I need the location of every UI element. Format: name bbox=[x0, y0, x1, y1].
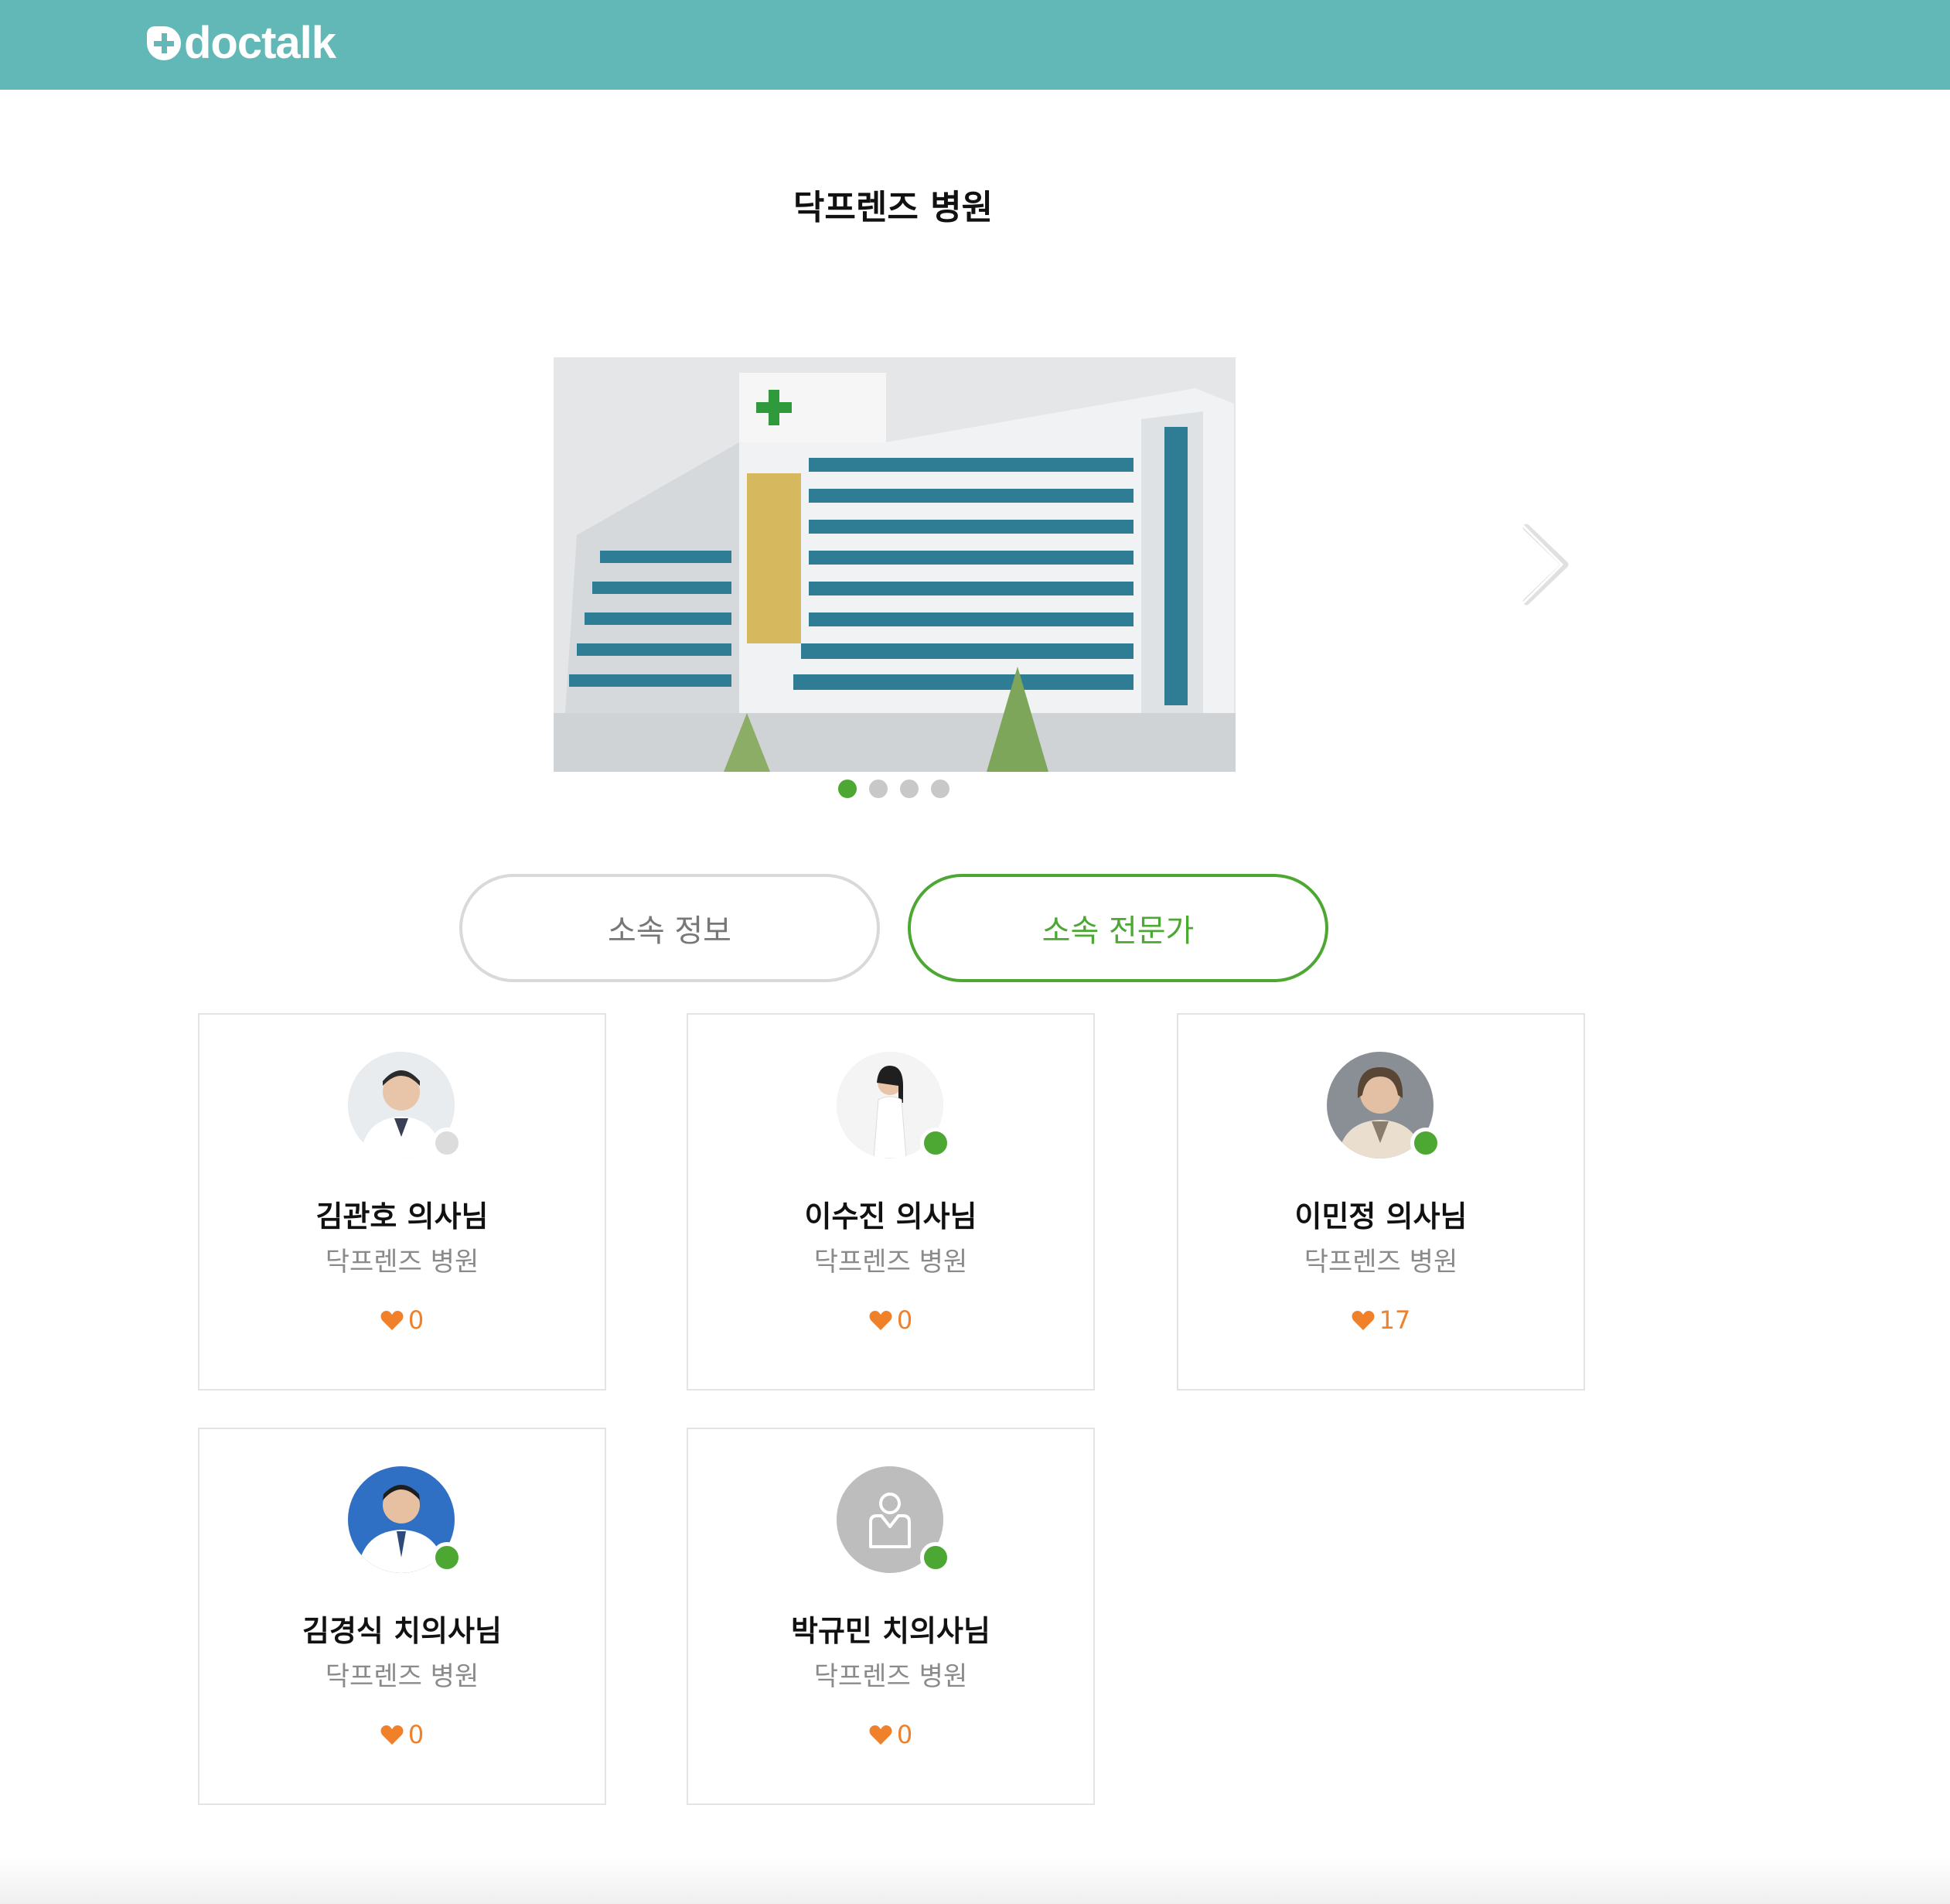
like-count-value: 0 bbox=[407, 1305, 424, 1335]
chevron-right-icon[interactable] bbox=[1517, 523, 1571, 606]
heart-icon bbox=[869, 1311, 892, 1330]
like-count: 0 bbox=[199, 1720, 605, 1749]
expert-hospital: 닥프렌즈 병원 bbox=[325, 1247, 479, 1278]
carousel-dot-4[interactable] bbox=[931, 780, 949, 798]
like-count-value: 0 bbox=[407, 1720, 424, 1749]
like-count-value: 17 bbox=[1379, 1305, 1411, 1335]
page-title: 닥프렌즈 병원 bbox=[793, 188, 994, 227]
expert-hospital: 닥프렌즈 병원 bbox=[325, 1661, 479, 1692]
expert-card[interactable]: 박규민 치의사님 닥프렌즈 병원 0 bbox=[687, 1428, 1095, 1805]
tab-affiliated-experts[interactable]: 소속 전문가 bbox=[908, 874, 1328, 982]
heart-icon bbox=[869, 1725, 892, 1745]
hospital-image-carousel[interactable] bbox=[554, 357, 1236, 772]
expert-card[interactable]: 김관호 의사님 닥프렌즈 병원 0 bbox=[198, 1013, 606, 1390]
heart-icon bbox=[380, 1725, 404, 1745]
online-status-indicator bbox=[1410, 1128, 1441, 1158]
like-count: 17 bbox=[1178, 1305, 1584, 1335]
expert-name: 김관호 의사님 bbox=[315, 1199, 489, 1234]
like-count-value: 0 bbox=[896, 1720, 913, 1749]
online-status-indicator bbox=[920, 1128, 951, 1158]
expert-name: 이수진 의사님 bbox=[804, 1199, 977, 1234]
like-count: 0 bbox=[688, 1720, 1093, 1749]
heart-icon bbox=[380, 1311, 404, 1330]
carousel-dot-1[interactable] bbox=[838, 780, 857, 798]
hospital-building-photo bbox=[554, 357, 1236, 772]
expert-hospital: 닥프렌즈 병원 bbox=[813, 1661, 968, 1692]
like-count: 0 bbox=[688, 1305, 1093, 1335]
online-status-indicator bbox=[920, 1542, 951, 1573]
heart-icon bbox=[1352, 1311, 1375, 1330]
page-bottom-shade bbox=[0, 1856, 1950, 1904]
offline-status-indicator bbox=[431, 1128, 462, 1158]
expert-card[interactable]: 이민정 의사님 닥프렌즈 병원 17 bbox=[1177, 1013, 1585, 1390]
expert-name: 이민정 의사님 bbox=[1294, 1199, 1468, 1234]
doctalk-logo[interactable]: doctalk bbox=[147, 19, 336, 68]
expert-card[interactable]: 이수진 의사님 닥프렌즈 병원 0 bbox=[687, 1013, 1095, 1390]
logo-text: doctalk bbox=[184, 18, 336, 68]
expert-hospital: 닥프렌즈 병원 bbox=[1304, 1247, 1458, 1278]
expert-hospital: 닥프렌즈 병원 bbox=[813, 1247, 968, 1278]
expert-card[interactable]: 김경식 치의사님 닥프렌즈 병원 0 bbox=[198, 1428, 606, 1805]
carousel-dot-3[interactable] bbox=[900, 780, 919, 798]
expert-name: 박규민 치의사님 bbox=[791, 1614, 990, 1648]
carousel-pagination bbox=[838, 780, 949, 798]
app-header: doctalk bbox=[0, 0, 1950, 90]
expert-name: 김경식 치의사님 bbox=[302, 1614, 502, 1648]
like-count: 0 bbox=[199, 1305, 605, 1335]
like-count-value: 0 bbox=[896, 1305, 913, 1335]
carousel-dot-2[interactable] bbox=[869, 780, 888, 798]
tab-affiliation-info[interactable]: 소속 정보 bbox=[459, 874, 880, 982]
online-status-indicator bbox=[431, 1542, 462, 1573]
plus-logo-icon bbox=[147, 26, 181, 60]
